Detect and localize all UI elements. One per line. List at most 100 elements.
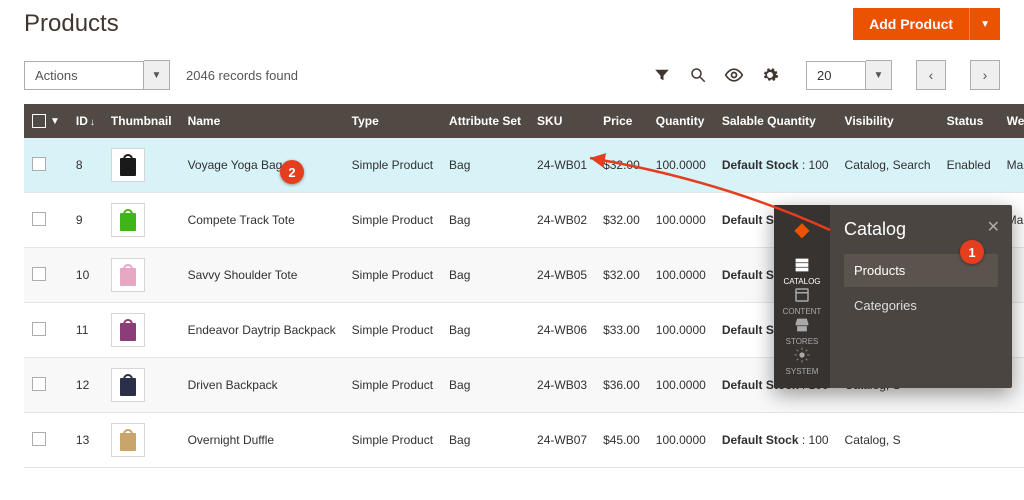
cell-price: $36.00 xyxy=(595,358,648,413)
cell-name: Compete Track Tote xyxy=(180,193,344,248)
col-id[interactable]: ID↓ xyxy=(68,104,103,138)
cell-qty: 100.0000 xyxy=(648,413,714,468)
col-type[interactable]: Type xyxy=(344,104,441,138)
sidebar-item-catalog[interactable]: CATALOG xyxy=(783,256,822,286)
cell-id: 10 xyxy=(68,248,103,303)
search-icon[interactable] xyxy=(688,65,708,85)
cell-status: Enabled xyxy=(939,138,999,193)
cell-price: $33.00 xyxy=(595,303,648,358)
flyout-title: Catalog xyxy=(844,219,998,240)
cell-sku: 24-WB07 xyxy=(529,413,595,468)
sidebar-item-stores[interactable]: STORES xyxy=(783,316,822,346)
eye-icon[interactable] xyxy=(724,65,744,85)
add-product-group: Add Product ▼ xyxy=(853,8,1000,40)
col-salable[interactable]: Salable Quantity xyxy=(714,104,837,138)
next-page-button[interactable]: › xyxy=(970,60,1000,90)
row-checkbox[interactable] xyxy=(32,212,46,226)
row-checkbox[interactable] xyxy=(32,432,46,446)
thumbnail-icon xyxy=(111,203,145,237)
thumbnail-icon xyxy=(111,368,145,402)
cell-type: Simple Product xyxy=(344,248,441,303)
annotation-badge-1: 1 xyxy=(960,240,984,264)
cell-websites: Main Website xyxy=(999,138,1024,193)
row-checkbox[interactable] xyxy=(32,377,46,391)
cell-name: Overnight Duffle xyxy=(180,413,344,468)
cell-price: $32.00 xyxy=(595,138,648,193)
cell-attrset: Bag xyxy=(441,303,529,358)
page-title: Products xyxy=(24,10,119,38)
sidebar-item-system[interactable]: SYSTEM xyxy=(783,346,822,376)
col-websites[interactable]: Websites xyxy=(999,104,1024,138)
cell-type: Simple Product xyxy=(344,413,441,468)
page-size-select[interactable]: 20 ▼ xyxy=(806,60,892,90)
cell-sku: 24-WB03 xyxy=(529,358,595,413)
add-product-dropdown[interactable]: ▼ xyxy=(969,8,1000,40)
actions-select[interactable]: Actions ▼ xyxy=(24,60,170,90)
col-visibility[interactable]: Visibility xyxy=(837,104,939,138)
col-checkbox[interactable]: ▼ xyxy=(24,104,68,138)
annotation-badge-2: 2 xyxy=(280,160,304,184)
cell-id: 9 xyxy=(68,193,103,248)
records-found-label: 2046 records found xyxy=(186,68,298,83)
page-size-value: 20 xyxy=(806,61,866,90)
cell-id: 13 xyxy=(68,413,103,468)
filter-icon[interactable] xyxy=(652,65,672,85)
cell-id: 12 xyxy=(68,358,103,413)
cell-id: 8 xyxy=(68,138,103,193)
cell-type: Simple Product xyxy=(344,138,441,193)
col-price[interactable]: Price xyxy=(595,104,648,138)
cell-status xyxy=(939,413,999,468)
cell-price: $32.00 xyxy=(595,193,648,248)
cell-attrset: Bag xyxy=(441,138,529,193)
cell-attrset: Bag xyxy=(441,358,529,413)
cell-sku: 24-WB05 xyxy=(529,248,595,303)
col-attrset[interactable]: Attribute Set xyxy=(441,104,529,138)
sidebar-item-content[interactable]: CONTENT xyxy=(783,286,822,316)
magento-logo-icon: ◆ xyxy=(794,217,809,242)
cell-type: Simple Product xyxy=(344,193,441,248)
cell-name: Driven Backpack xyxy=(180,358,344,413)
cell-type: Simple Product xyxy=(344,358,441,413)
table-row[interactable]: 8 Voyage Yoga Bag Simple Product Bag 24-… xyxy=(24,138,1024,193)
cell-qty: 100.0000 xyxy=(648,193,714,248)
table-row[interactable]: 13 Overnight Duffle Simple Product Bag 2… xyxy=(24,413,1024,468)
thumbnail-icon xyxy=(111,258,145,292)
add-product-button[interactable]: Add Product xyxy=(853,8,969,40)
cell-salable: Default Stock : 100 xyxy=(714,413,837,468)
cell-websites xyxy=(999,413,1024,468)
col-thumbnail[interactable]: Thumbnail xyxy=(103,104,180,138)
cell-price: $45.00 xyxy=(595,413,648,468)
cell-name: Endeavor Daytrip Backpack xyxy=(180,303,344,358)
col-qty[interactable]: Quantity xyxy=(648,104,714,138)
col-sku[interactable]: SKU xyxy=(529,104,595,138)
thumbnail-icon xyxy=(111,313,145,347)
thumbnail-icon xyxy=(111,148,145,182)
cell-sku: 24-WB01 xyxy=(529,138,595,193)
actions-select-label: Actions xyxy=(24,61,144,90)
cell-attrset: Bag xyxy=(441,193,529,248)
col-name[interactable]: Name xyxy=(180,104,344,138)
flyout-sidebar: ◆ CATALOGCONTENTSTORESSYSTEM xyxy=(774,205,830,388)
thumbnail-icon xyxy=(111,423,145,457)
flyout-item-categories[interactable]: Categories xyxy=(844,289,998,322)
catalog-flyout: ◆ CATALOGCONTENTSTORESSYSTEM ✕ Catalog P… xyxy=(774,205,1012,388)
row-checkbox[interactable] xyxy=(32,322,46,336)
cell-salable: Default Stock : 100 xyxy=(714,138,837,193)
prev-page-button[interactable]: ‹ xyxy=(916,60,946,90)
cell-sku: 24-WB06 xyxy=(529,303,595,358)
cell-type: Simple Product xyxy=(344,303,441,358)
cell-id: 11 xyxy=(68,303,103,358)
row-checkbox[interactable] xyxy=(32,157,46,171)
cell-qty: 100.0000 xyxy=(648,358,714,413)
cell-qty: 100.0000 xyxy=(648,248,714,303)
close-icon[interactable]: ✕ xyxy=(987,217,1000,237)
chevron-down-icon[interactable]: ▼ xyxy=(866,60,892,90)
row-checkbox[interactable] xyxy=(32,267,46,281)
col-status[interactable]: Status xyxy=(939,104,999,138)
cell-name: Voyage Yoga Bag xyxy=(180,138,344,193)
cell-price: $32.00 xyxy=(595,248,648,303)
cell-visibility: Catalog, S xyxy=(837,413,939,468)
cell-name: Savvy Shoulder Tote xyxy=(180,248,344,303)
gear-icon[interactable] xyxy=(760,65,780,85)
chevron-down-icon[interactable]: ▼ xyxy=(144,60,170,90)
